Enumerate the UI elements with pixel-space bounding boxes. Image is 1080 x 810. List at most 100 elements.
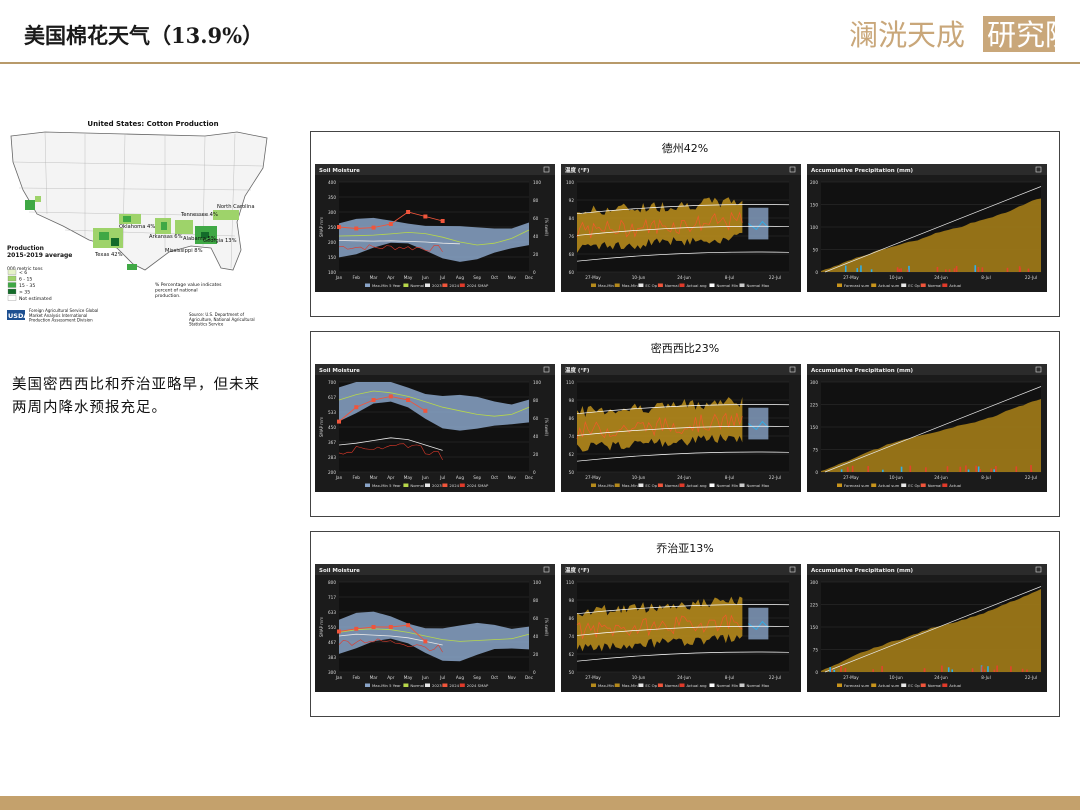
x-tick-label: Oct bbox=[491, 675, 499, 680]
legend-label: Max-Min bbox=[622, 483, 639, 488]
data-point bbox=[354, 405, 359, 410]
x-tick-label: Oct bbox=[491, 475, 499, 480]
actual-bar bbox=[900, 268, 902, 272]
x-tick-label: Jun bbox=[421, 475, 429, 480]
x-tick-label: Jun bbox=[421, 675, 429, 680]
map-legend: < 66 - 1515 - 35> 35Not estimated bbox=[7, 269, 52, 302]
x-tick-label: 8-Jul bbox=[725, 275, 734, 280]
x-tick-label: Sep bbox=[473, 475, 481, 480]
actual-bar bbox=[856, 268, 859, 272]
chart-header bbox=[561, 564, 801, 575]
actual-bar bbox=[971, 668, 974, 672]
legend-label: Normal bbox=[665, 283, 679, 288]
x-tick-label: 27-May bbox=[585, 275, 601, 280]
map-label-mississippi: Mississippi 8% bbox=[165, 248, 203, 254]
legend-label: Normal Max bbox=[747, 283, 771, 288]
actual-bar bbox=[1026, 669, 1028, 672]
x-tick-label: Dec bbox=[525, 475, 534, 480]
y-tick-label: 225 bbox=[810, 603, 818, 608]
x-tick-label: Feb bbox=[353, 675, 361, 680]
x-tick-label: Apr bbox=[387, 475, 395, 480]
y-tick-label: 86 bbox=[569, 616, 575, 621]
x-tick-label: 22-Jul bbox=[769, 275, 781, 280]
actual-bar bbox=[983, 669, 986, 672]
actual-bar bbox=[953, 268, 956, 272]
legend-swatch bbox=[901, 483, 907, 487]
legend-swatch bbox=[365, 483, 370, 487]
actual-bar bbox=[967, 469, 970, 472]
y2-tick-label: 60 bbox=[533, 616, 539, 621]
x-tick-label: Aug bbox=[456, 275, 465, 280]
y2-tick-label: 20 bbox=[533, 652, 539, 657]
legend-swatch bbox=[403, 683, 409, 687]
y2-tick-label: 0 bbox=[533, 470, 536, 475]
chart-title: 温度 (°F) bbox=[565, 166, 590, 174]
x-tick-label: 22-Jul bbox=[1025, 675, 1037, 680]
legend-label: Actual sum bbox=[878, 483, 899, 488]
legend-swatch bbox=[442, 683, 448, 687]
x-tick-label: 27-May bbox=[843, 475, 859, 480]
y-tick-label: 0 bbox=[815, 270, 818, 275]
actual-bar bbox=[955, 266, 958, 272]
y-tick-label: 300 bbox=[328, 210, 336, 215]
x-tick-label: Mar bbox=[370, 475, 378, 480]
actual-bar bbox=[936, 266, 939, 272]
panel-charts-mississippi: Soil Moisture200283367450533617700020406… bbox=[315, 364, 1047, 492]
x-tick-label: Oct bbox=[491, 275, 499, 280]
legend-label: Normal bbox=[928, 683, 942, 688]
legend-swatch bbox=[920, 283, 926, 287]
data-point bbox=[423, 408, 428, 413]
x-tick-label: Dec bbox=[525, 275, 534, 280]
x-tick-label: Aug bbox=[456, 475, 465, 480]
y2-tick-label: 80 bbox=[533, 198, 539, 203]
y-tick-label: 68 bbox=[569, 252, 575, 257]
legend-label: Max-Min 5 Year bbox=[372, 683, 401, 688]
legend-swatch bbox=[739, 483, 745, 487]
legend-swatch bbox=[739, 283, 745, 287]
map-label-arkansas: Arkansas 6% bbox=[149, 234, 183, 240]
chart-1: 温度 (°F) 50 62 74 86 98 110 27-May 10-Jun 24-Jun 8-… bbox=[561, 564, 801, 692]
y-tick-label: 550 bbox=[328, 625, 336, 630]
actual-bar bbox=[844, 265, 847, 272]
data-point bbox=[371, 625, 376, 629]
data-point bbox=[337, 629, 341, 634]
actual-bar bbox=[860, 265, 862, 272]
x-tick-label: 24-Jun bbox=[677, 275, 691, 280]
x-tick-label: 24-Jun bbox=[677, 675, 691, 680]
x-tick-label: Nov bbox=[508, 275, 517, 280]
chart-1: 温度 (°F) 60 68 76 84 92 100 27-May 10-Jun 24-Jun 8-… bbox=[561, 164, 801, 292]
y-tick-label: 450 bbox=[328, 425, 336, 430]
map-label-tennessee: Tennessee 4% bbox=[180, 212, 218, 218]
legend-label: Actual sum bbox=[878, 683, 899, 688]
y2-tick-label: 20 bbox=[533, 252, 539, 257]
actual-bar bbox=[881, 665, 883, 672]
data-point bbox=[388, 222, 393, 226]
y2-axis-label: (% swell) bbox=[544, 218, 549, 237]
y-tick-label: 74 bbox=[569, 634, 575, 639]
y-tick-label: 250 bbox=[328, 225, 336, 230]
chart-title: Soil Moisture bbox=[319, 568, 360, 574]
actual-bar bbox=[987, 666, 989, 672]
y-tick-label: 50 bbox=[813, 248, 819, 253]
legend-swatch bbox=[638, 483, 644, 487]
y-tick-label: 800 bbox=[328, 580, 336, 585]
legend-swatch bbox=[442, 483, 448, 487]
legend-label: Normal bbox=[410, 283, 424, 288]
y-tick-label: 367 bbox=[328, 440, 336, 445]
y-tick-label: 0 bbox=[815, 670, 818, 675]
panel-mississippi: 密西西比23% Soil Moisture 20 0 283 367 450 533 617 7… bbox=[310, 331, 1060, 517]
text-line: production. bbox=[155, 293, 181, 299]
y-tick-label: 150 bbox=[810, 625, 818, 630]
legend-label: Max-Min bbox=[622, 283, 639, 288]
legend-swatch bbox=[679, 683, 685, 687]
actual-bar bbox=[870, 269, 873, 272]
map-legend-label: 6 - 15 bbox=[19, 277, 32, 283]
legend-swatch bbox=[942, 683, 948, 687]
x-tick-label: Sep bbox=[473, 275, 481, 280]
y-tick-label: 110 bbox=[566, 580, 574, 585]
legend-swatch bbox=[365, 283, 370, 287]
chart-2: Accumulative Precipitation (mm) 0 75 150 225… bbox=[807, 364, 1047, 492]
map-label-texas: Texas 42% bbox=[94, 252, 123, 258]
y2-tick-label: 80 bbox=[533, 398, 539, 403]
y-tick-label: 150 bbox=[328, 255, 336, 260]
